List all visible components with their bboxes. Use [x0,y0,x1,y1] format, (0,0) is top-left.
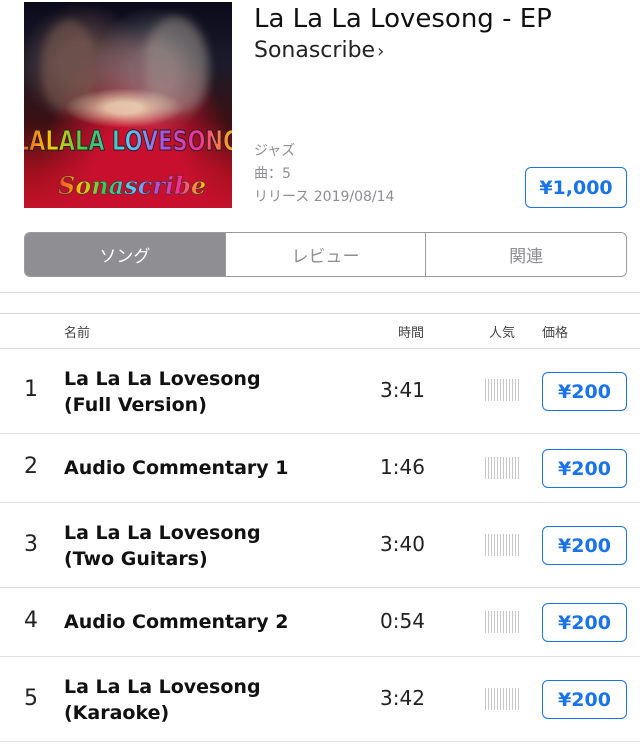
track-duration: 3:41 [380,378,425,402]
track-buy-button[interactable]: ¥200 [542,449,627,488]
album-genre: ジャズ [254,143,296,159]
track-title: La La La Lovesong (Full Version) [64,366,364,418]
track-title-line2: (Two Guitars) [64,548,208,570]
track-buy-button[interactable]: ¥200 [542,680,627,719]
track-title-line2: (Karaoke) [64,702,170,724]
track-buy-button[interactable]: ¥200 [542,372,627,411]
track-row[interactable]: 5 La La La Lovesong (Karaoke) 3:42 ¥200 [0,657,640,742]
track-number: 2 [24,454,38,479]
album-buy-button[interactable]: ¥1,000 [525,167,627,208]
header-popularity: 人気 [489,326,516,341]
track-row[interactable]: 4 Audio Commentary 2 0:54 ¥200 [0,588,640,657]
tab-related[interactable]: 関連 [425,233,626,276]
track-title: Audio Commentary 2 [64,609,364,635]
track-number: 4 [24,608,38,633]
track-number: 5 [24,686,38,711]
header-price: 価格 [542,326,569,341]
album-release-date: リリース 2019/08/14 [254,189,395,205]
track-title-line1: La La La Lovesong [64,676,261,698]
track-title: Audio Commentary 1 [64,455,364,481]
table-top-divider [0,313,640,314]
track-title-line1: La La La Lovesong [64,522,261,544]
artwork-lettering: LALALA LOVESONG Sonascribe [24,124,232,200]
track-duration: 1:46 [380,455,425,479]
track-duration: 0:54 [380,609,425,633]
popularity-bars-icon [485,457,519,479]
popularity-bars-icon [485,611,519,633]
popularity-bars-icon [485,379,519,401]
album-title: La La La Lovesong - EP [254,4,552,34]
track-buy-button[interactable]: ¥200 [542,603,627,642]
track-row[interactable]: 3 La La La Lovesong (Two Guitars) 3:40 ¥… [0,503,640,588]
track-duration: 3:40 [380,532,425,556]
track-title-line1: Audio Commentary 1 [64,457,289,479]
artist-link[interactable]: Sonascribe › [254,38,384,63]
section-divider [0,292,640,293]
chevron-right-icon[interactable]: › [377,41,384,62]
artist-name[interactable]: Sonascribe [254,38,375,63]
segmented-control: ソング レビュー 関連 [24,232,627,277]
popularity-bars-icon [485,688,519,710]
track-row[interactable]: 1 La La La Lovesong (Full Version) 3:41 … [0,349,640,434]
track-number: 3 [24,532,38,557]
album-page: LALALA LOVESONG Sonascribe La La La Love… [0,0,640,753]
album-artwork[interactable]: LALALA LOVESONG Sonascribe [24,2,232,208]
track-title-line1: Audio Commentary 2 [64,611,289,633]
album-track-count: 曲：5 [254,166,291,182]
track-title-line1: La La La Lovesong [64,368,261,390]
track-number: 1 [24,377,38,402]
track-duration: 3:42 [380,686,425,710]
svg-text:LALALA LOVESONG: LALALA LOVESONG [24,124,232,157]
track-buy-button[interactable]: ¥200 [542,526,627,565]
header-name: 名前 [64,326,91,341]
header-time: 時間 [398,326,425,341]
row-divider [0,741,640,742]
track-title-line2: (Full Version) [64,394,207,416]
tab-reviews[interactable]: レビュー [224,233,426,276]
tab-songs[interactable]: ソング [25,233,225,276]
track-row[interactable]: 2 Audio Commentary 1 1:46 ¥200 [0,434,640,503]
svg-text:Sonascribe: Sonascribe [58,171,206,200]
track-title: La La La Lovesong (Two Guitars) [64,520,364,572]
track-title: La La La Lovesong (Karaoke) [64,674,364,726]
popularity-bars-icon [485,534,519,556]
